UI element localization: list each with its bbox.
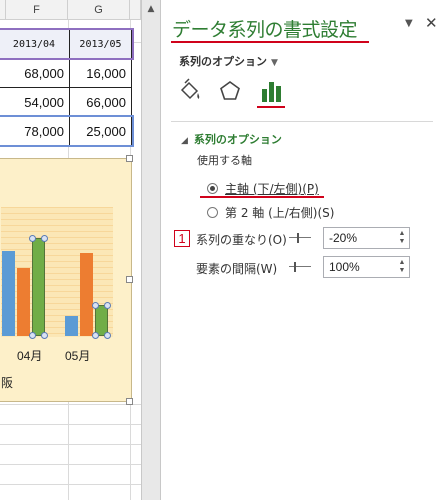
effects-tab-icon[interactable]	[217, 78, 243, 104]
chart-area[interactable]: 04月 05月 阪	[0, 158, 132, 402]
gap-width-spinner[interactable]: ▲▼	[323, 256, 410, 278]
options-dropdown-label: 系列のオプション	[179, 55, 267, 68]
column-header-h[interactable]	[130, 0, 141, 20]
overlap-input[interactable]	[329, 231, 389, 245]
chart-resize-handle[interactable]	[126, 155, 133, 162]
close-icon[interactable]: ✕	[425, 14, 438, 32]
pane-menu-dropdown-icon[interactable]: ▼	[405, 18, 413, 29]
collapse-triangle-icon: ◢	[181, 136, 188, 146]
table-cell[interactable]: 25,000	[69, 116, 132, 146]
selection-handle[interactable]	[104, 302, 111, 309]
gap-width-input[interactable]	[329, 260, 389, 274]
chart-resize-handle[interactable]	[126, 398, 133, 405]
gridline	[0, 404, 141, 405]
spin-up-icon[interactable]: ▲	[399, 230, 406, 238]
bar[interactable]	[17, 268, 30, 336]
table-cell[interactable]: 16,000	[69, 58, 132, 88]
section-title: 系列のオプション	[193, 133, 282, 146]
selection-handle[interactable]	[41, 235, 48, 242]
primary-axis-option[interactable]: 主軸 (下/左側)(P)	[207, 180, 319, 197]
bar[interactable]	[2, 251, 15, 336]
x-tick-label: 05月	[65, 349, 91, 363]
slider-knob[interactable]	[294, 262, 296, 272]
secondary-axis-label: 第 2 軸 (上/右側)(S)	[225, 206, 335, 220]
gridline	[0, 464, 141, 465]
secondary-axis-radio[interactable]	[207, 207, 218, 218]
bar[interactable]	[65, 316, 78, 336]
table-header-cell[interactable]: 2013/05	[69, 29, 132, 59]
table-cell[interactable]: 68,000	[0, 58, 70, 88]
gridline	[0, 484, 141, 485]
pane-title: データ系列の書式設定	[172, 19, 358, 41]
spinner-arrows[interactable]: ▲ ▼	[397, 229, 407, 247]
slider-track	[289, 266, 311, 267]
gridline	[0, 424, 141, 425]
primary-axis-radio[interactable]	[207, 183, 218, 194]
spreadsheet-area[interactable]: F G 2013/04 2013/05 68,000 16,000 54,000…	[0, 0, 141, 500]
table-cell[interactable]: 66,000	[69, 87, 132, 117]
selection-handle[interactable]	[104, 332, 111, 339]
axis-group-label: 使用する軸	[197, 154, 252, 167]
bar[interactable]	[80, 253, 93, 336]
divider	[171, 121, 433, 122]
chevron-down-icon: ▼	[271, 58, 278, 68]
selection-handle[interactable]	[29, 235, 36, 242]
secondary-axis-option[interactable]: 第 2 軸 (上/右側)(S)	[207, 204, 334, 221]
annotation-underline	[171, 41, 369, 43]
table-header-cell[interactable]: 2013/04	[0, 29, 70, 59]
slider-track	[289, 237, 311, 238]
legend-entry: 阪	[1, 376, 14, 390]
spinner-arrows[interactable]: ▲ ▼	[397, 258, 407, 276]
selection-handle[interactable]	[41, 332, 48, 339]
spin-up-icon[interactable]: ▲	[399, 259, 406, 267]
table-cell[interactable]: 54,000	[0, 87, 70, 117]
overlap-slider[interactable]	[289, 232, 311, 244]
annotation-underline	[257, 106, 285, 108]
spin-down-icon[interactable]: ▼	[399, 267, 406, 275]
scroll-up-icon[interactable]: ▲	[145, 3, 157, 15]
annotation-number-badge: 1	[174, 230, 190, 247]
table-cell[interactable]: 78,000	[0, 116, 70, 146]
primary-axis-label: 主軸 (下/左側)(P)	[225, 182, 319, 196]
column-header-g[interactable]: G	[68, 0, 130, 20]
gap-width-label: 要素の間隔(W)	[196, 262, 278, 276]
overlap-label: 系列の重なり(O)	[196, 233, 287, 247]
column-header-f[interactable]: F	[6, 0, 68, 20]
pane-divider[interactable]	[141, 0, 161, 500]
selection-handle[interactable]	[29, 332, 36, 339]
selection-handle[interactable]	[92, 302, 99, 309]
chart-resize-handle[interactable]	[126, 276, 133, 283]
series-options-tab-icon[interactable]	[258, 78, 284, 104]
gridline	[0, 444, 141, 445]
overlap-spinner[interactable]: ▲▼	[323, 227, 410, 249]
selection-handle[interactable]	[92, 332, 99, 339]
format-pane: データ系列の書式設定 ▼ ✕ 系列のオプション ▼ ◢ 系列のオプション 使用する軸…	[161, 0, 445, 500]
gap-width-slider[interactable]	[289, 261, 311, 273]
annotation-underline	[200, 196, 324, 198]
section-header[interactable]: ◢ 系列のオプション	[181, 131, 282, 147]
options-dropdown[interactable]: 系列のオプション ▼	[179, 53, 278, 69]
fill-line-tab-icon[interactable]	[177, 78, 203, 104]
slider-knob[interactable]	[297, 233, 299, 243]
spin-down-icon[interactable]: ▼	[399, 238, 406, 246]
x-tick-label: 04月	[17, 349, 43, 363]
bar[interactable]	[32, 238, 45, 336]
